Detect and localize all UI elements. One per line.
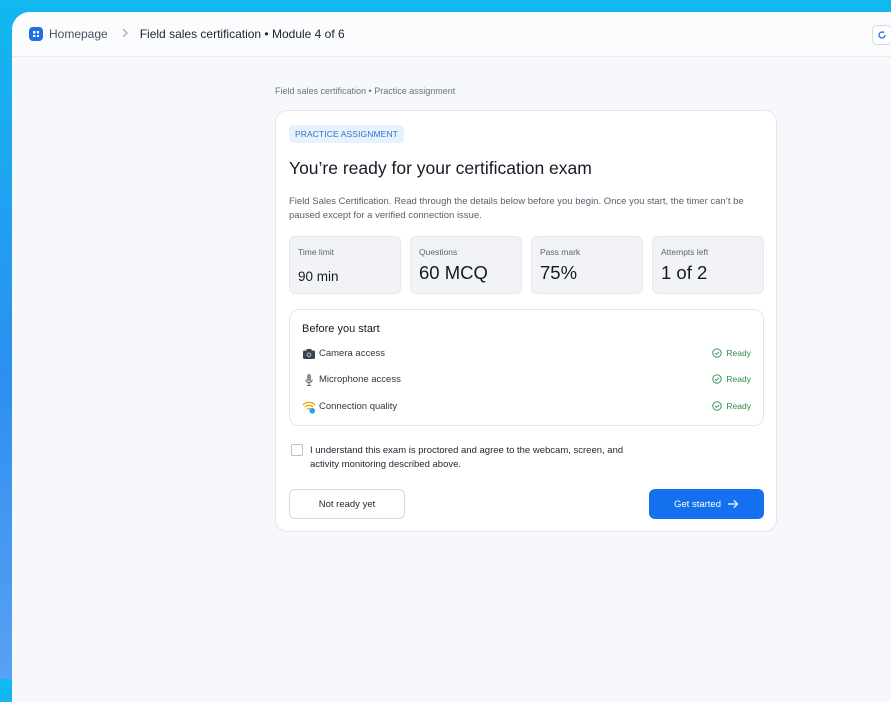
status-text: Ready	[726, 348, 751, 358]
app-window: Homepage Field sales certification • Mod…	[12, 12, 891, 702]
microphone-icon	[302, 373, 316, 387]
stat-label: Questions	[419, 247, 458, 257]
checklist-item-connection: Connection quality Ready	[302, 400, 751, 414]
pre-exam-checklist: Before you start Camera access Ready Mic…	[289, 309, 764, 426]
stat-value: 1 of 2	[661, 262, 708, 283]
refresh-button[interactable]	[872, 25, 891, 45]
stat-label: Pass mark	[540, 247, 581, 257]
stat-time-limit: Time limit 90 min	[289, 236, 401, 294]
stat-label: Time limit	[298, 247, 335, 257]
checklist-item-label: Microphone access	[319, 374, 401, 385]
check-circle-icon	[712, 401, 723, 411]
refresh-icon	[878, 30, 886, 39]
status-badge: Ready	[712, 348, 751, 358]
check-circle-icon	[712, 374, 723, 384]
exam-card: PRACTICE ASSIGNMENT You’re ready for you…	[275, 110, 777, 532]
stat-value: 60 MCQ	[419, 262, 488, 283]
arrow-right-icon	[728, 499, 739, 509]
wifi-icon	[302, 400, 316, 414]
checklist-item-microphone: Microphone access Ready	[302, 373, 751, 387]
get-started-label: Get started	[674, 498, 721, 510]
stat-value: 90 min	[298, 269, 339, 284]
status-badge: Ready	[712, 401, 751, 411]
content-breadcrumb: Field sales certification • Practice ass…	[275, 86, 456, 96]
not-ready-button[interactable]: Not ready yet	[289, 489, 405, 519]
checklist-heading: Before you start	[302, 323, 380, 335]
checklist-item-label: Camera access	[319, 348, 385, 359]
check-circle-icon	[712, 348, 723, 358]
get-started-button[interactable]: Get started	[649, 489, 764, 519]
app-grid-icon[interactable]	[29, 27, 43, 41]
breadcrumb-current: Field sales certification • Module 4 of …	[139, 27, 345, 41]
stat-questions: Questions 60 MCQ	[410, 236, 522, 294]
status-badge: Ready	[712, 374, 751, 384]
agreement-checkbox[interactable]	[291, 444, 303, 456]
checklist-item-camera: Camera access Ready	[302, 347, 751, 361]
camera-icon	[302, 347, 316, 361]
page-title: You’re ready for your certification exam	[289, 158, 592, 178]
stat-label: Attempts left	[661, 247, 709, 257]
top-bar: Homepage Field sales certification • Mod…	[12, 12, 891, 57]
checklist-item-label: Connection quality	[319, 401, 398, 412]
status-text: Ready	[726, 374, 751, 384]
stat-pass-mark: Pass mark 75%	[531, 236, 643, 294]
exam-description: Field Sales Certification. Read through …	[289, 196, 744, 221]
stat-value: 75%	[540, 262, 578, 283]
breadcrumb-home-link[interactable]: Homepage	[49, 27, 108, 41]
stat-attempts-left: Attempts left 1 of 2	[652, 236, 764, 294]
assignment-tag: PRACTICE ASSIGNMENT	[289, 125, 404, 143]
agreement-text[interactable]: I understand this exam is proctored and …	[310, 444, 630, 472]
chevron-right-icon	[121, 27, 129, 41]
status-text: Ready	[726, 401, 751, 411]
